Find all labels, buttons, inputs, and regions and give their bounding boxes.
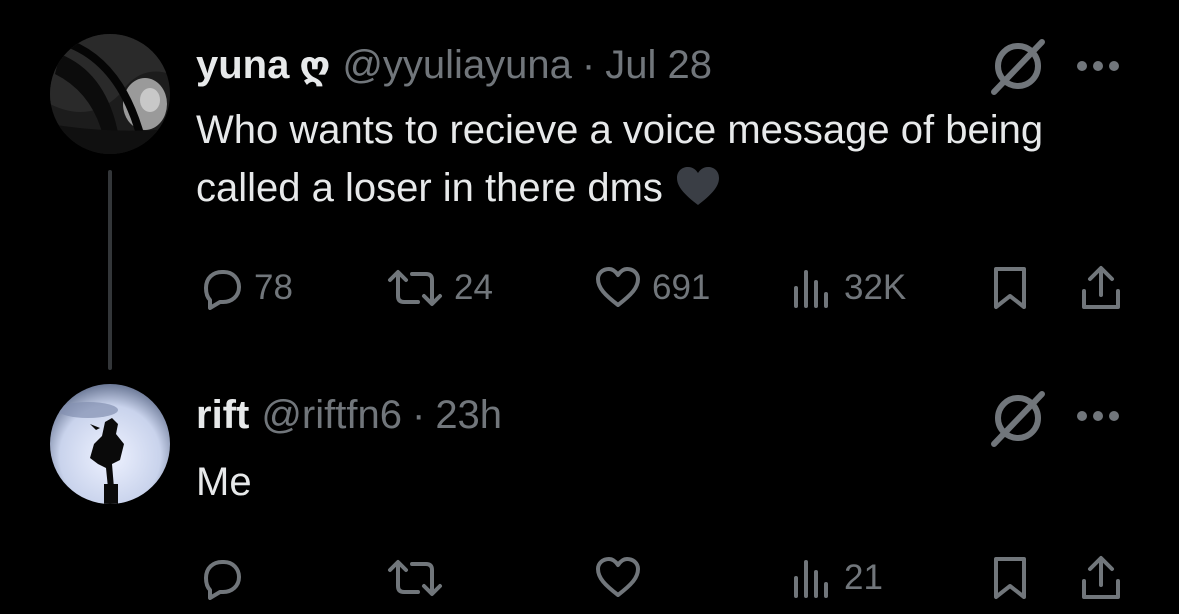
tweet-text-content: Me <box>196 460 252 504</box>
tweet-text-content: Who wants to recieve a voice message of … <box>196 108 1044 210</box>
repost-button[interactable] <box>386 553 454 603</box>
views-count: 21 <box>844 558 883 597</box>
reply-count: 78 <box>254 268 293 307</box>
share-icon <box>1082 266 1120 309</box>
handle[interactable]: @yyuliayuna <box>342 40 572 90</box>
like-count: 691 <box>652 268 711 307</box>
views-button[interactable]: 21 <box>788 553 883 603</box>
name-emoji: ღ <box>299 45 331 87</box>
avatar[interactable] <box>50 384 170 504</box>
like-button[interactable]: 691 <box>594 263 710 313</box>
like-button[interactable] <box>594 553 652 603</box>
heart-icon <box>596 267 640 307</box>
share-button[interactable] <box>1078 263 1124 313</box>
repost-icon <box>388 270 442 306</box>
repost-button[interactable]: 24 <box>386 263 493 313</box>
reply-icon <box>204 560 241 600</box>
timestamp[interactable]: 23h <box>435 390 502 440</box>
tweet-yuna[interactable]: yuna ღ @yyuliayuna · Jul 28 Who wants to… <box>0 0 1179 340</box>
bookmark-button[interactable] <box>988 263 1032 313</box>
more-options-icon[interactable] <box>1074 56 1122 76</box>
display-name[interactable]: rift <box>196 390 249 440</box>
reply-icon <box>204 270 241 310</box>
bookmark-icon <box>994 267 1026 309</box>
display-name[interactable]: yuna <box>196 40 289 90</box>
reply-button[interactable]: 78 <box>198 263 293 313</box>
repost-icon <box>388 560 442 596</box>
tweet-text: Me <box>196 453 1056 511</box>
black-heart-icon <box>676 167 719 205</box>
separator-dot: · <box>581 43 596 87</box>
bookmark-button[interactable] <box>988 553 1032 603</box>
heart-icon <box>596 557 640 597</box>
tweet-header: rift @riftfn6 · 23h <box>196 390 502 440</box>
grok-icon[interactable] <box>988 388 1048 448</box>
tweet-header: yuna ღ @yyuliayuna · Jul 28 <box>196 40 712 91</box>
tweet-text: Who wants to recieve a voice message of … <box>196 101 1056 217</box>
reply-button[interactable] <box>198 553 254 603</box>
tweet-actions: 21 <box>196 553 1126 603</box>
repost-count: 24 <box>454 268 493 307</box>
more-options-icon[interactable] <box>1074 406 1122 426</box>
tweet-actions: 78 24 691 32K <box>196 263 1126 313</box>
bookmark-icon <box>994 557 1026 599</box>
grok-icon[interactable] <box>988 36 1048 96</box>
views-chart-icon <box>794 270 828 308</box>
avatar-dark-hair-photo-icon <box>50 34 170 154</box>
timestamp[interactable]: Jul 28 <box>605 40 712 90</box>
handle[interactable]: @riftfn6 <box>261 390 402 440</box>
avatar-anime-silhouette-moon-icon <box>50 384 170 504</box>
share-button[interactable] <box>1078 553 1124 603</box>
share-icon <box>1082 556 1120 599</box>
views-chart-icon <box>794 560 828 598</box>
tweet-rift[interactable]: rift @riftfn6 · 23h Me 21 <box>0 340 1179 614</box>
views-count: 32K <box>844 268 907 307</box>
avatar[interactable] <box>50 34 170 154</box>
views-button[interactable]: 32K <box>788 263 906 313</box>
separator-dot: · <box>411 393 426 437</box>
